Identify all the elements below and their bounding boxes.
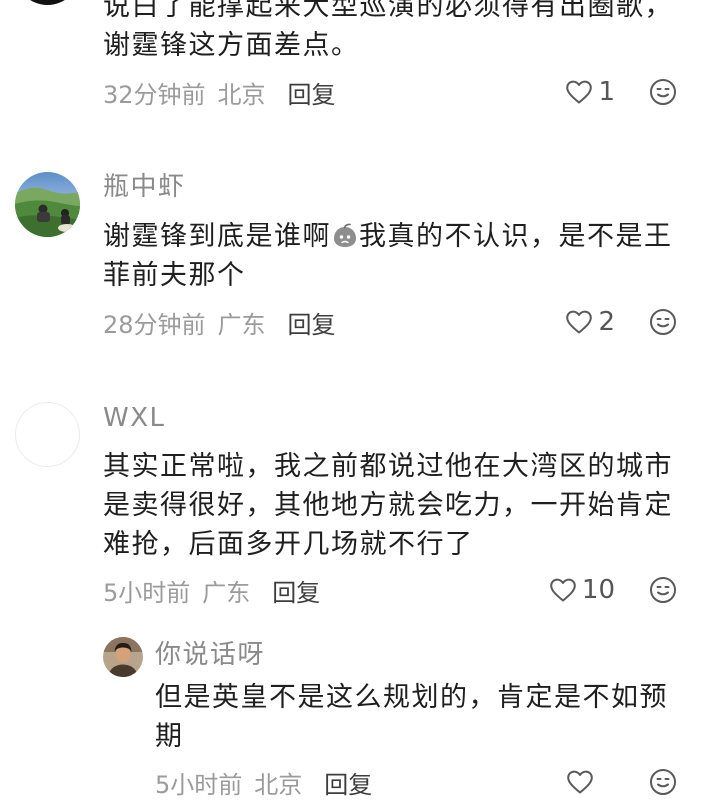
comment-meta: 32分钟前 北京 回复 xyxy=(103,75,336,110)
comment-location: 北京 xyxy=(254,770,303,799)
like-button[interactable] xyxy=(566,766,615,798)
comment-text-line: 说白了能撑起来大型巡演的必须得有出圈歌， xyxy=(103,0,673,22)
comment-text: 谢霆锋到底是谁啊 我真的不认识，是不是王 菲前夫那个 xyxy=(103,217,673,295)
comment-text-line: 是卖得很好，其他地方就会吃力，一开始肯定 xyxy=(103,490,673,521)
like-count: 1 xyxy=(598,77,615,107)
comment-time: 32分钟前 xyxy=(103,80,206,109)
comment-location: 广东 xyxy=(217,310,266,339)
comment-text-line: 难抢，后面多开几场就不行了 xyxy=(103,529,474,560)
comment-time: 5小时前 xyxy=(155,770,243,799)
comment-time: 5小时前 xyxy=(103,578,191,607)
reply-button[interactable]: 回复 xyxy=(288,305,336,340)
comment-text-line: 期 xyxy=(155,721,184,752)
face-icon[interactable] xyxy=(649,768,677,796)
like-button[interactable]: 10 xyxy=(549,574,615,606)
heart-outline-icon[interactable] xyxy=(565,309,593,335)
comment-text-line: 菲前夫那个 xyxy=(103,260,246,291)
heart-outline-icon[interactable] xyxy=(566,769,594,795)
username[interactable]: WXL xyxy=(103,402,166,434)
reply-button[interactable]: 回复 xyxy=(272,573,320,608)
avatar[interactable] xyxy=(15,402,80,467)
reply-button[interactable]: 回复 xyxy=(324,765,372,800)
username[interactable]: 瓶中虾 xyxy=(103,171,186,203)
like-button[interactable]: 1 xyxy=(565,76,615,108)
comment-time: 28分钟前 xyxy=(103,310,206,339)
avatar[interactable] xyxy=(15,172,80,237)
comment-text-line: 但是英皇不是这么规划的，肯定是不如预 xyxy=(155,682,668,713)
comment-meta: 5小时前 北京 回复 xyxy=(155,765,372,800)
comment-text-line: 谢霆锋这方面差点。 xyxy=(103,30,360,61)
comment-text-segment: 我真的不认识，是不是王 xyxy=(359,221,673,252)
face-icon[interactable] xyxy=(649,308,677,336)
comment-meta: 5小时前 广东 回复 xyxy=(103,573,320,608)
reply-button[interactable]: 回复 xyxy=(288,75,336,110)
comment-text: 其实正常啦，我之前都说过他在大湾区的城市 是卖得很好，其他地方就会吃力，一开始肯… xyxy=(103,447,673,564)
like-button[interactable]: 2 xyxy=(565,306,615,338)
comment-text-line: 谢霆锋到底是谁啊 我真的不认识，是不是王 xyxy=(103,217,673,256)
comment-text-segment: 谢霆锋到底是谁啊 xyxy=(103,221,331,252)
avatar[interactable] xyxy=(103,637,143,677)
heart-outline-icon[interactable] xyxy=(549,577,577,603)
comment-location: 广东 xyxy=(202,578,251,607)
avatar[interactable] xyxy=(15,0,80,5)
face-icon[interactable] xyxy=(649,78,677,106)
sticker-emoji-icon xyxy=(332,221,358,247)
comment-text: 说白了能撑起来大型巡演的必须得有出圈歌， 谢霆锋这方面差点。 xyxy=(103,0,673,65)
comment-meta: 28分钟前 广东 回复 xyxy=(103,305,336,340)
comment-text: 但是英皇不是这么规划的，肯定是不如预 期 xyxy=(155,678,668,756)
face-icon[interactable] xyxy=(649,576,677,604)
like-count: 10 xyxy=(581,575,615,605)
heart-outline-icon[interactable] xyxy=(565,79,593,105)
like-count: 2 xyxy=(598,307,615,337)
comment-location: 北京 xyxy=(217,80,266,109)
username[interactable]: 你说话呀 xyxy=(155,639,265,671)
comment-text-line: 其实正常啦，我之前都说过他在大湾区的城市 xyxy=(103,451,673,482)
